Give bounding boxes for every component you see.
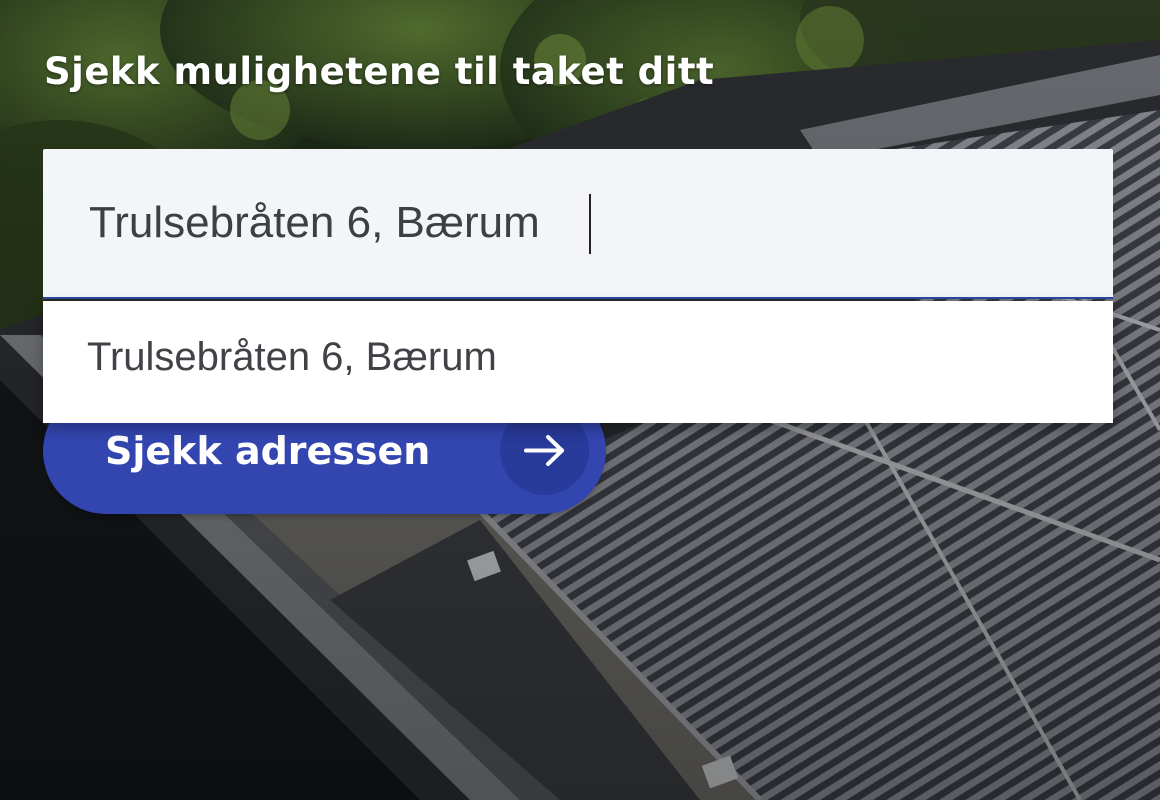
address-suggestions-dropdown: Trulsebråten 6, Bærum xyxy=(43,301,1113,423)
address-search-field[interactable] xyxy=(43,149,1113,299)
hero-section: Sjekk mulighetene til taket ditt Sjekk a… xyxy=(0,0,1160,800)
address-suggestion[interactable]: Trulsebråten 6, Bærum xyxy=(43,301,1113,423)
check-address-button-label: Sjekk adressen xyxy=(105,429,431,473)
address-suggestion-label: Trulsebråten 6, Bærum xyxy=(87,335,497,379)
address-input[interactable] xyxy=(89,149,1069,297)
page-heading: Sjekk mulighetene til taket ditt xyxy=(44,50,715,93)
text-cursor xyxy=(589,194,591,254)
